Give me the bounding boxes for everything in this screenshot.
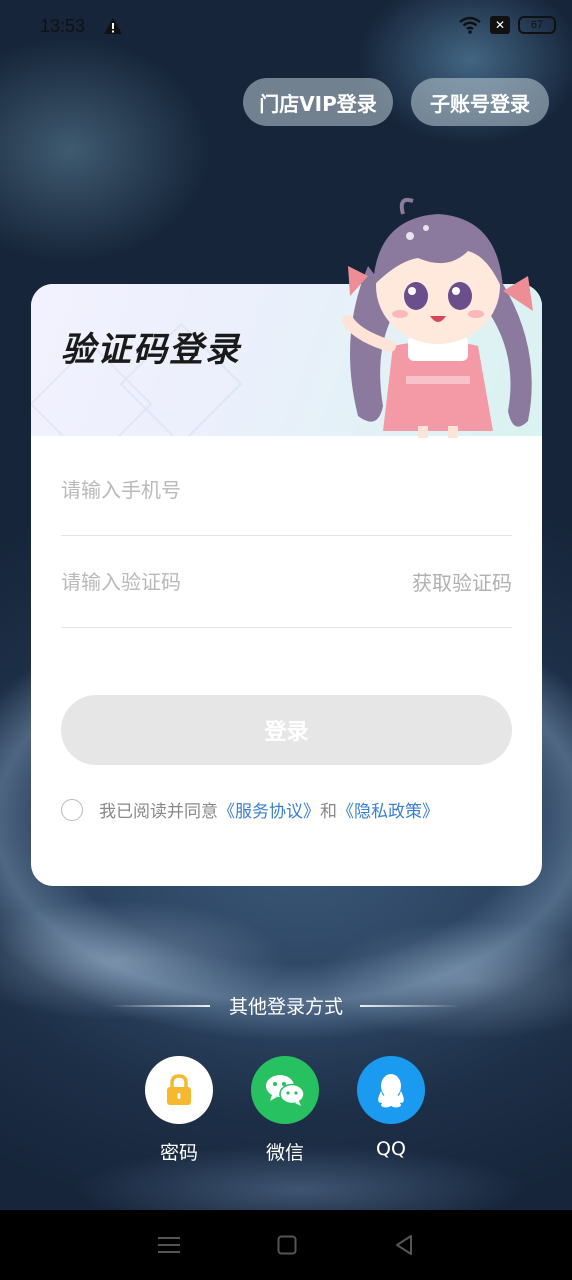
warning-icon xyxy=(104,18,123,34)
sub-account-login-button[interactable]: 子账号登录 xyxy=(411,78,549,126)
agreement-prefix: 我已阅读并同意 xyxy=(99,802,218,822)
get-code-button[interactable]: 获取验证码 xyxy=(412,567,512,596)
navigation-bar xyxy=(0,1210,572,1280)
home-square-icon[interactable] xyxy=(277,1235,297,1255)
qq-icon xyxy=(357,1056,425,1124)
phone-input[interactable] xyxy=(61,477,361,502)
code-field: 获取验证码 xyxy=(61,536,512,628)
wechat-login-option[interactable]: 微信 xyxy=(251,1056,319,1165)
code-input[interactable] xyxy=(61,569,361,594)
back-triangle-icon[interactable] xyxy=(394,1234,414,1256)
status-right: ✕ 67 xyxy=(458,16,556,34)
login-button[interactable]: 登录 xyxy=(61,695,512,765)
wechat-label: 微信 xyxy=(265,1142,304,1164)
status-time: 13:53 xyxy=(40,15,86,36)
privacy-policy-link[interactable]: 《隐私政策》 xyxy=(337,797,439,822)
battery-icon: 67 xyxy=(518,16,556,34)
phone-field xyxy=(61,444,512,536)
sim-off-icon: ✕ xyxy=(490,16,510,34)
mascot-illustration xyxy=(342,197,533,438)
page-title: 验证码登录 xyxy=(61,330,241,370)
wifi-icon xyxy=(459,16,481,34)
service-agreement-link[interactable]: 《服务协议》 xyxy=(218,797,320,822)
agreement-and: 和 xyxy=(320,802,337,822)
status-bar: 13:53 ✕ 67 xyxy=(0,0,572,52)
qq-label: QQ xyxy=(376,1138,406,1160)
menu-icon[interactable] xyxy=(158,1235,181,1255)
qq-login-option[interactable]: QQ xyxy=(357,1056,425,1160)
wechat-icon xyxy=(251,1056,319,1124)
store-vip-login-button[interactable]: 门店VIP登录 xyxy=(243,78,393,126)
agreement-checkbox[interactable] xyxy=(61,798,83,821)
agreement-row: 我已阅读并同意 《服务协议》 和 《隐私政策》 xyxy=(61,797,439,822)
battery-level: 67 xyxy=(530,19,544,31)
password-label: 密码 xyxy=(159,1142,198,1164)
other-login-title: 其他登录方式 xyxy=(228,996,343,1018)
password-login-option[interactable]: 密码 xyxy=(145,1056,213,1165)
lock-icon xyxy=(145,1056,213,1124)
